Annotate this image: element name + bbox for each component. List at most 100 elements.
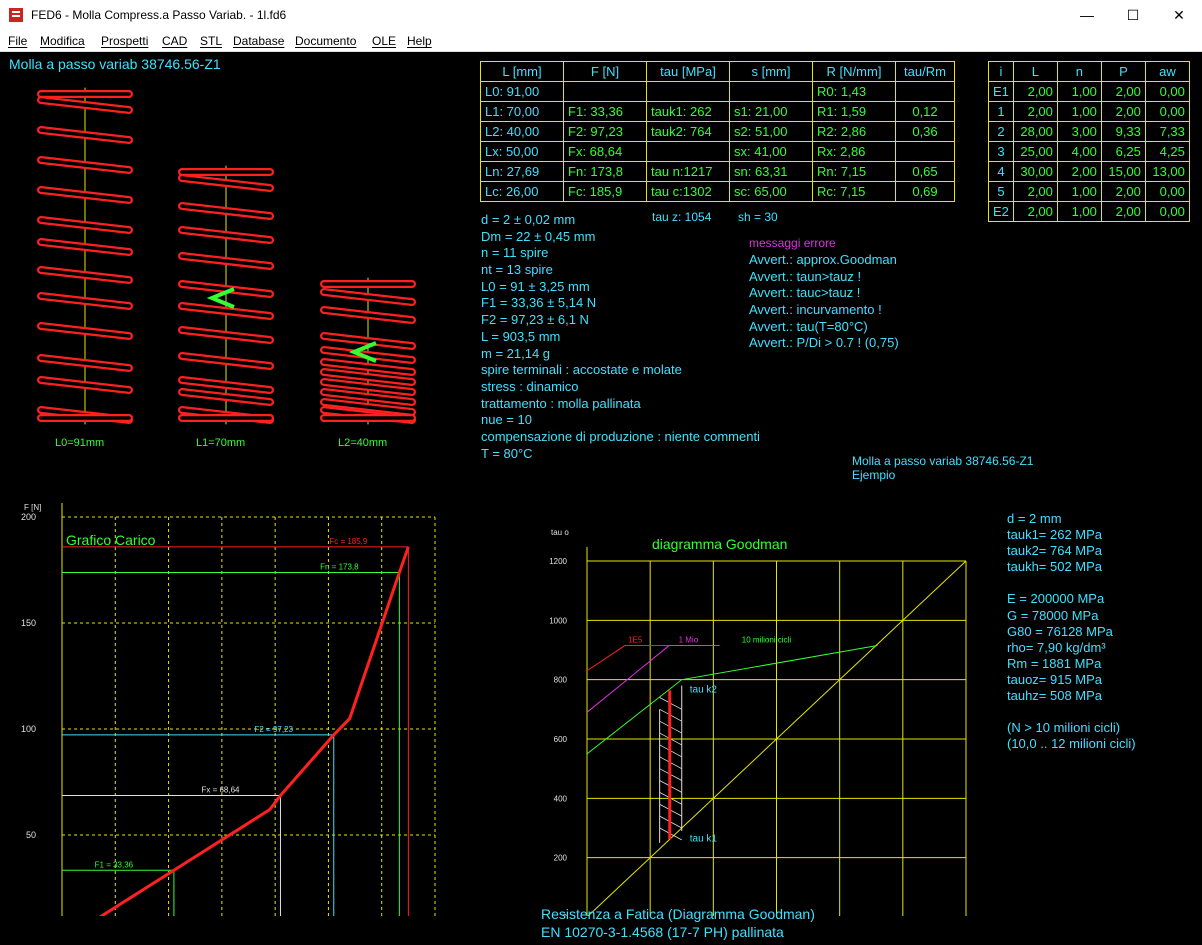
menu-documento[interactable]: Documento — [295, 34, 356, 48]
table-cell: 9,33 — [1100, 121, 1146, 142]
minimize-button[interactable]: — — [1064, 0, 1110, 30]
menu-prospetti[interactable]: Prospetti — [101, 34, 148, 48]
error-message: Avvert.: taun>tauz ! — [749, 268, 862, 284]
y-tick-label: 600 — [554, 735, 568, 744]
table-cell: L0: 91,00 — [480, 81, 564, 102]
window-title: FED6 - Molla Compress.a Passo Variab. - … — [31, 8, 287, 22]
table-cell: 5 — [988, 181, 1014, 202]
y-axis-label: tau o — [551, 528, 569, 537]
parameter-line: compensazione di produzione : niente com… — [481, 428, 760, 444]
y-tick-label: 50 — [26, 830, 36, 840]
table-cell: 0,65 — [895, 161, 955, 182]
error-message: Avvert.: tauc>tauz ! — [749, 285, 861, 301]
pitch-table-row: E1 2,00 1,00 2,00 0,00 — [988, 81, 1190, 102]
material-line — [1007, 704, 1136, 720]
table-cell: s2: 51,00 — [729, 121, 813, 142]
marker-label: Fx = 68,64 — [201, 785, 240, 794]
material-line: rho= 7,90 kg/dm³ — [1007, 639, 1106, 655]
material-line: d = 2 mm — [1007, 511, 1062, 526]
pitch-table-row: E2 2,00 1,00 2,00 0,00 — [988, 201, 1190, 222]
app-icon — [9, 8, 23, 22]
point-label: tau k1 — [690, 833, 718, 844]
menu-file[interactable]: File — [8, 34, 27, 48]
parameter-line: nue = 10 — [481, 412, 532, 428]
table-cell: Fx: 68,64 — [563, 141, 647, 162]
parameter-line: Dm = 22 ± 0,45 mm — [481, 228, 596, 244]
error-message: Avvert.: P/Di > 0.7 ! (0,75) — [749, 335, 899, 351]
table-cell: Rx: 2,86 — [812, 141, 896, 162]
col-header: L — [1012, 61, 1058, 82]
table-cell: sn: 63,31 — [729, 161, 813, 182]
col-header: n — [1056, 61, 1102, 82]
pitch-table-row: 2 28,00 3,00 9,33 7,33 — [988, 121, 1190, 142]
goodman-chart: 0200400600800100012000200400600800100012… — [549, 528, 967, 916]
footer-line-1: Resistenza a Fatica (Diagramma Goodman) — [541, 906, 815, 922]
menu-database[interactable]: Database — [233, 34, 284, 48]
table-cell: sc: 65,00 — [729, 181, 813, 202]
table-cell: Lx: 50,00 — [480, 141, 564, 162]
table-cell: R1: 1,59 — [812, 101, 896, 122]
maximize-button[interactable]: ☐ — [1110, 0, 1156, 30]
table-cell: 2,00 — [1012, 101, 1058, 122]
material-line: tauoz= 915 MPa — [1007, 671, 1103, 687]
table-cell: tauk1: 262 — [646, 101, 730, 122]
marker-label: F1 = 33,36 — [95, 860, 134, 869]
table-cell: 2,00 — [1100, 201, 1146, 222]
table-cell: R2: 2,86 — [812, 121, 896, 142]
parameter-line: n = 11 spire — [481, 245, 549, 261]
chart-title: Grafico Carico — [66, 532, 156, 548]
menu-help[interactable]: Help — [407, 34, 432, 48]
table-cell: 2 — [988, 121, 1014, 142]
table-cell: 0,00 — [1144, 81, 1190, 102]
pitch-table-header: i L n P aw — [988, 61, 1190, 82]
table-cell: E1 — [988, 81, 1014, 102]
error-message: Avvert.: incurvamento ! — [749, 302, 882, 318]
y-tick-label: 1200 — [549, 557, 567, 566]
col-header: F [N] — [563, 61, 647, 82]
table-cell: 0,36 — [895, 121, 955, 142]
series-label: 1 Mio — [679, 636, 699, 645]
table-cell: 0,00 — [1144, 181, 1190, 202]
fatigue-line — [586, 645, 682, 672]
y-tick-label: 100 — [21, 724, 36, 734]
results-table: L [mm] F [N] tau [MPa] s [mm] R [N/mm] t… — [480, 61, 955, 202]
menu-stl[interactable]: STL — [200, 34, 222, 48]
material-line: (N > 10 milioni cicli) — [1007, 720, 1121, 736]
y-axis-label: F [N] — [24, 503, 41, 512]
table-cell: 1,00 — [1056, 181, 1102, 202]
menu-cad[interactable]: CAD — [162, 34, 187, 48]
fatigue-line — [586, 645, 878, 755]
col-header: tau/Rm — [895, 61, 955, 82]
y-tick-label: 200 — [21, 512, 36, 522]
series-label: 10 milioni cicli — [742, 636, 792, 645]
table-cell: tauk2: 764 — [646, 121, 730, 142]
table-cell: Fc: 185,9 — [563, 181, 647, 202]
table-cell: Rc: 7,15 — [812, 181, 896, 202]
table-cell: 4,25 — [1144, 141, 1190, 162]
table-cell — [646, 141, 730, 162]
parameter-line: m = 21,14 g — [481, 345, 551, 361]
table-cell: 2,00 — [1056, 161, 1102, 182]
close-button[interactable]: ✕ — [1156, 0, 1202, 30]
footer-line-2: EN 10270-3-1.4568 (17-7 PH) pallinata — [541, 924, 784, 940]
table-cell: Fn: 173,8 — [563, 161, 647, 182]
results-table-header: L [mm] F [N] tau [MPa] s [mm] R [N/mm] t… — [480, 61, 955, 82]
results-table-row: Ln: 27,69 Fn: 173,8 tau n:1217 sn: 63,31 Rn:… — [480, 161, 955, 182]
material-line: taukh= 502 MPa — [1007, 559, 1103, 575]
table-cell: 2,00 — [1100, 81, 1146, 102]
table-cell: 2,00 — [1012, 181, 1058, 202]
menu-ole[interactable]: OLE — [372, 34, 396, 48]
table-cell — [563, 81, 647, 102]
marker-label: Fc = 185,9 — [329, 537, 368, 546]
y-tick-label: 150 — [21, 618, 36, 628]
table-cell: L2: 40,00 — [480, 121, 564, 142]
pitch-table-row: 3 25,00 4,00 6,25 4,25 — [988, 141, 1190, 162]
table-cell: 2,00 — [1012, 201, 1058, 222]
pitch-table-row: 1 2,00 1,00 2,00 0,00 — [988, 101, 1190, 122]
table-cell: 3 — [988, 141, 1014, 162]
table-cell: 30,00 — [1012, 161, 1058, 182]
spring-label-l0: L0=91mm — [55, 437, 105, 449]
table-cell: 28,00 — [1012, 121, 1058, 142]
table-cell — [895, 141, 955, 162]
menu-modifica[interactable]: Modifica — [40, 34, 85, 48]
